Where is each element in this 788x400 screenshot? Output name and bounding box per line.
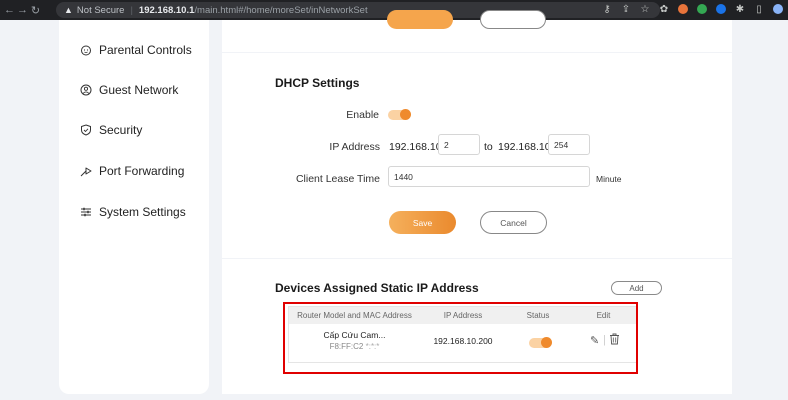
sidebar-item-parental-controls[interactable]: Parental Controls bbox=[80, 43, 192, 57]
sliders-icon bbox=[80, 206, 92, 218]
ip-end-input[interactable]: 254 bbox=[548, 134, 590, 155]
extension-icons: ⚷ ⇪ ☆ ✿ ✱ ▯ bbox=[601, 3, 784, 15]
parental-controls-icon bbox=[80, 44, 92, 56]
extension-icon-2[interactable] bbox=[677, 3, 689, 15]
extension-icon-1[interactable]: ✿ bbox=[658, 3, 670, 15]
sidebar-item-security[interactable]: Security bbox=[80, 123, 142, 137]
sidebar-item-port-forwarding[interactable]: Port Forwarding bbox=[80, 164, 184, 178]
ip-address-label: IP Address bbox=[329, 141, 380, 153]
warning-icon: ▲ bbox=[64, 5, 73, 15]
table-header: Router Model and MAC Address IP Address … bbox=[289, 307, 637, 324]
sidebar-item-label: Guest Network bbox=[99, 83, 179, 97]
key-icon[interactable]: ⚷ bbox=[601, 3, 613, 15]
client-lease-time-label: Client Lease Time bbox=[295, 173, 380, 185]
forward-arrow-icon[interactable]: → bbox=[16, 4, 29, 16]
back-arrow-icon[interactable]: ← bbox=[3, 4, 16, 16]
toggle-knob bbox=[541, 337, 552, 348]
save-button[interactable]: Save bbox=[389, 211, 456, 234]
lease-unit-label: Minute bbox=[596, 174, 622, 184]
lease-time-input[interactable]: 1440 bbox=[388, 166, 590, 187]
sidebar-item-label: Port Forwarding bbox=[99, 164, 185, 178]
add-button[interactable]: Add bbox=[611, 281, 662, 295]
to-label: to bbox=[484, 141, 493, 153]
sidebar-item-guest-network[interactable]: Guest Network bbox=[80, 83, 178, 97]
url-host: 192.168.10.1 bbox=[138, 4, 195, 16]
guest-network-icon bbox=[80, 84, 92, 96]
sidebar-toggle-icon[interactable]: ▯ bbox=[753, 3, 765, 15]
url-path: /main.html#/home/moreSet/inNetworkSet bbox=[194, 4, 368, 16]
column-header-device: Router Model and MAC Address bbox=[297, 311, 412, 320]
sidebar-item-label: Security bbox=[99, 123, 143, 137]
share-icon[interactable]: ⇪ bbox=[620, 3, 632, 15]
puzzle-icon[interactable]: ✱ bbox=[734, 3, 746, 15]
static-ip-panel: Devices Assigned Static IP Address Add R… bbox=[222, 259, 732, 394]
address-bar[interactable]: ▲ Not Secure | 192.168.10.1 /main.html#/… bbox=[56, 2, 660, 18]
previous-section-panel bbox=[222, 10, 732, 52]
column-header-edit: Edit bbox=[596, 311, 611, 320]
sidebar-item-label: System Settings bbox=[99, 205, 186, 219]
enable-label: Enable bbox=[346, 109, 379, 121]
profile-avatar-icon[interactable] bbox=[772, 3, 784, 15]
toggle-knob bbox=[400, 109, 411, 120]
ip-start-prefix: 192.168.10. bbox=[389, 141, 445, 153]
extension-icon-3[interactable] bbox=[696, 3, 708, 15]
previous-save-button[interactable] bbox=[387, 10, 453, 29]
edit-divider: | bbox=[603, 334, 606, 346]
port-forwarding-icon bbox=[80, 165, 92, 177]
delete-icon[interactable] bbox=[609, 333, 620, 348]
dhcp-enable-toggle[interactable] bbox=[388, 109, 411, 120]
device-ip: 192.168.10.200 bbox=[433, 336, 493, 346]
star-icon[interactable]: ☆ bbox=[639, 3, 651, 15]
device-name: Cấp Cứu Cam... bbox=[323, 330, 386, 340]
previous-cancel-button[interactable] bbox=[480, 10, 546, 29]
column-header-ip: IP Address bbox=[443, 311, 483, 320]
cancel-button[interactable]: Cancel bbox=[480, 211, 547, 234]
extension-icon-4[interactable] bbox=[715, 3, 727, 15]
ip-end-prefix: 192.168.10. bbox=[498, 141, 554, 153]
device-mac: F8:FF:C2 *:*:* bbox=[329, 342, 380, 351]
reload-icon[interactable]: ↻ bbox=[29, 4, 42, 17]
ip-start-input[interactable]: 2 bbox=[438, 134, 480, 155]
sidebar-item-system-settings[interactable]: System Settings bbox=[80, 205, 186, 219]
url-separator: | bbox=[130, 4, 133, 16]
settings-sidebar: Parental Controls Guest Network Security… bbox=[59, 20, 209, 394]
static-ip-section-title: Devices Assigned Static IP Address bbox=[275, 281, 479, 295]
dhcp-section-title: DHCP Settings bbox=[275, 76, 360, 90]
static-ip-status-toggle[interactable] bbox=[529, 337, 552, 348]
dhcp-settings-panel: DHCP Settings Enable IP Address 192.168.… bbox=[222, 53, 732, 258]
not-secure-label: Not Secure bbox=[76, 4, 125, 16]
static-ip-table: Router Model and MAC Address IP Address … bbox=[288, 306, 638, 363]
shield-icon bbox=[80, 124, 92, 136]
edit-icon[interactable]: ✎ bbox=[590, 334, 599, 347]
sidebar-item-label: Parental Controls bbox=[99, 43, 192, 57]
column-header-status: Status bbox=[526, 311, 550, 320]
